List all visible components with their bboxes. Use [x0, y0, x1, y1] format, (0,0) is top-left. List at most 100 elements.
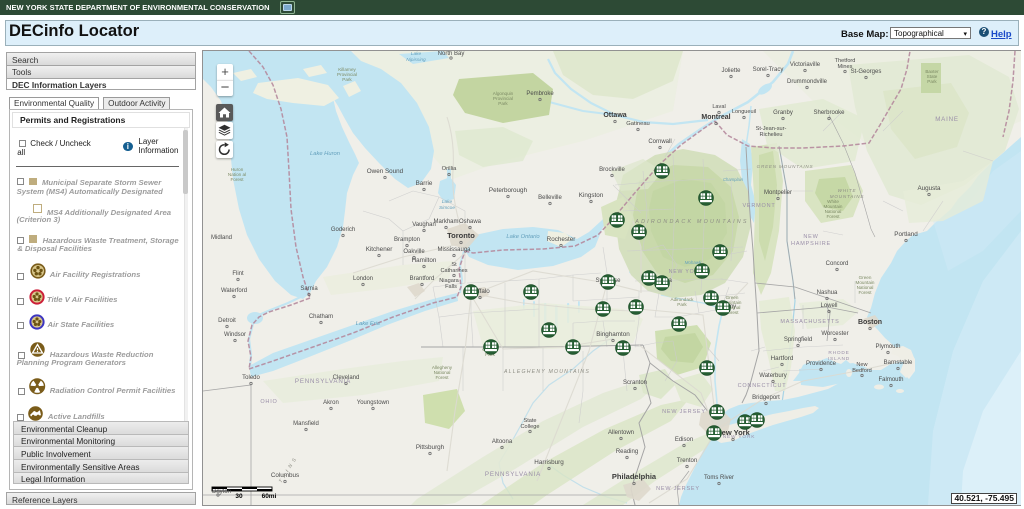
svg-text:Vaughan: Vaughan [412, 222, 436, 228]
svg-text:Youngstown: Youngstown [357, 400, 389, 406]
svg-text:Dayton: Dayton [212, 489, 231, 495]
svg-text:Oakville: Oakville [403, 249, 425, 255]
svg-text:Kitchener: Kitchener [366, 246, 393, 253]
svg-text:NEW JERSEY: NEW JERSEY [656, 486, 700, 492]
svg-text:Toronto: Toronto [447, 231, 475, 240]
svg-text:Montpelier: Montpelier [764, 190, 792, 196]
svg-text:Peterborough: Peterborough [489, 187, 528, 194]
svg-text:Bedford: Bedford [852, 368, 872, 374]
svg-text:Owen Sound: Owen Sound [367, 168, 404, 175]
svg-text:Reading: Reading [616, 449, 638, 455]
svg-text:Park: Park [677, 302, 687, 307]
svg-text:Joliette: Joliette [721, 68, 741, 74]
svg-text:Trenton: Trenton [677, 458, 697, 464]
svg-text:Philadelphia: Philadelphia [612, 472, 657, 481]
svg-text:WHITE: WHITE [838, 188, 857, 193]
svg-text:Brockville: Brockville [599, 167, 625, 173]
svg-text:ISLAND: ISLAND [828, 356, 850, 362]
svg-text:Kingston: Kingston [579, 192, 604, 199]
svg-text:Cornwall: Cornwall [648, 139, 671, 145]
svg-text:Laval: Laval [712, 104, 725, 110]
svg-text:NEW: NEW [803, 234, 818, 240]
svg-text:Champlain: Champlain [723, 177, 744, 182]
svg-text:Nashua: Nashua [817, 290, 838, 296]
svg-text:Lake: Lake [442, 199, 453, 205]
svg-text:PENNSYLVANIA: PENNSYLVANIA [295, 378, 351, 385]
svg-text:Lake Ontario: Lake Ontario [506, 234, 540, 240]
svg-text:Toms River: Toms River [704, 475, 734, 481]
svg-text:Barnstable: Barnstable [884, 360, 913, 366]
svg-text:Forest: Forest [826, 214, 840, 219]
svg-text:Barrie: Barrie [416, 180, 433, 187]
svg-text:Bridgeport: Bridgeport [752, 395, 780, 401]
svg-text:NEW YORK: NEW YORK [723, 434, 755, 440]
svg-text:Catharines: Catharines [440, 268, 467, 274]
svg-text:Falmouth: Falmouth [878, 377, 903, 383]
svg-text:Ottawa: Ottawa [603, 112, 626, 119]
svg-text:ALLEGHENY MOUNTAINS: ALLEGHENY MOUNTAINS [503, 369, 590, 375]
svg-text:Park: Park [498, 101, 508, 106]
svg-text:Brantford: Brantford [410, 276, 435, 282]
svg-text:Akron: Akron [323, 400, 339, 406]
svg-text:Lake Erie: Lake Erie [356, 321, 381, 327]
svg-text:Richelieu: Richelieu [759, 132, 782, 138]
svg-text:Plymouth: Plymouth [875, 344, 900, 350]
svg-text:Pembroke: Pembroke [526, 91, 554, 97]
svg-text:Hartford: Hartford [771, 355, 794, 362]
svg-text:OHIO: OHIO [260, 399, 277, 405]
svg-text:Sorel-Tracy: Sorel-Tracy [753, 67, 784, 73]
svg-text:HAMPSHIRE: HAMPSHIRE [791, 241, 831, 247]
svg-text:Drummondville: Drummondville [787, 79, 828, 85]
svg-text:Lake: Lake [411, 51, 422, 57]
svg-text:College: College [521, 424, 540, 430]
svg-text:Worcester: Worcester [821, 331, 848, 337]
svg-text:Victoriaville: Victoriaville [790, 62, 821, 68]
svg-text:MAINE: MAINE [935, 116, 959, 123]
svg-text:Longueuil: Longueuil [732, 109, 756, 115]
svg-text:London: London [353, 276, 373, 282]
svg-text:Mansfield: Mansfield [293, 421, 319, 427]
svg-text:Windsor: Windsor [224, 332, 246, 338]
svg-text:Springfield: Springfield [784, 337, 812, 343]
svg-text:Allentown: Allentown [608, 430, 634, 436]
svg-text:Falls: Falls [445, 284, 457, 290]
svg-text:North Bay: North Bay [438, 51, 465, 57]
svg-text:Simcoe: Simcoe [439, 205, 455, 211]
svg-text:Oshawa: Oshawa [459, 219, 482, 225]
svg-text:PENNSYLVANIA: PENNSYLVANIA [485, 471, 541, 478]
svg-text:Forest: Forest [858, 290, 872, 295]
svg-text:Goderich: Goderich [331, 227, 355, 233]
svg-text:Markham: Markham [433, 219, 458, 225]
svg-text:Concord: Concord [826, 261, 849, 267]
svg-text:60mi: 60mi [262, 493, 277, 500]
svg-text:St-Georges: St-Georges [851, 69, 882, 75]
svg-text:Scranton: Scranton [623, 380, 647, 386]
svg-text:Forest: Forest [230, 177, 244, 182]
svg-text:Granby: Granby [773, 110, 793, 116]
svg-text:GREEN MOUNTAINS: GREEN MOUNTAINS [757, 164, 814, 169]
svg-text:NEW JERSEY: NEW JERSEY [662, 409, 706, 415]
svg-text:Mississauga: Mississauga [437, 247, 471, 253]
svg-text:Forest: Forest [435, 375, 449, 380]
svg-text:Pittsburgh: Pittsburgh [416, 444, 445, 451]
svg-text:Belleville: Belleville [538, 195, 562, 201]
svg-text:VERMONT: VERMONT [742, 203, 775, 209]
svg-text:Waterbury: Waterbury [759, 373, 786, 379]
svg-text:Rochester: Rochester [547, 236, 576, 243]
svg-text:Altoona: Altoona [492, 439, 513, 445]
svg-text:Portland: Portland [894, 231, 918, 238]
svg-text:Hamilton: Hamilton [412, 257, 437, 264]
svg-text:Toledo: Toledo [242, 375, 260, 381]
svg-text:30: 30 [235, 493, 243, 500]
svg-text:Lowell: Lowell [820, 303, 837, 309]
svg-text:Flint: Flint [232, 271, 244, 277]
svg-text:Boston: Boston [858, 319, 882, 326]
svg-text:Gatineau: Gatineau [626, 121, 650, 127]
svg-text:Nipissing: Nipissing [406, 57, 426, 63]
svg-text:Augusta: Augusta [917, 185, 941, 192]
svg-text:Detroit: Detroit [218, 318, 236, 324]
svg-text:Midland: Midland [211, 235, 232, 241]
svg-text:Harrisburg: Harrisburg [534, 459, 564, 466]
svg-text:Waterford: Waterford [221, 288, 247, 294]
svg-text:ADIRONDACK MOUNTAINS: ADIRONDACK MOUNTAINS [634, 219, 748, 225]
